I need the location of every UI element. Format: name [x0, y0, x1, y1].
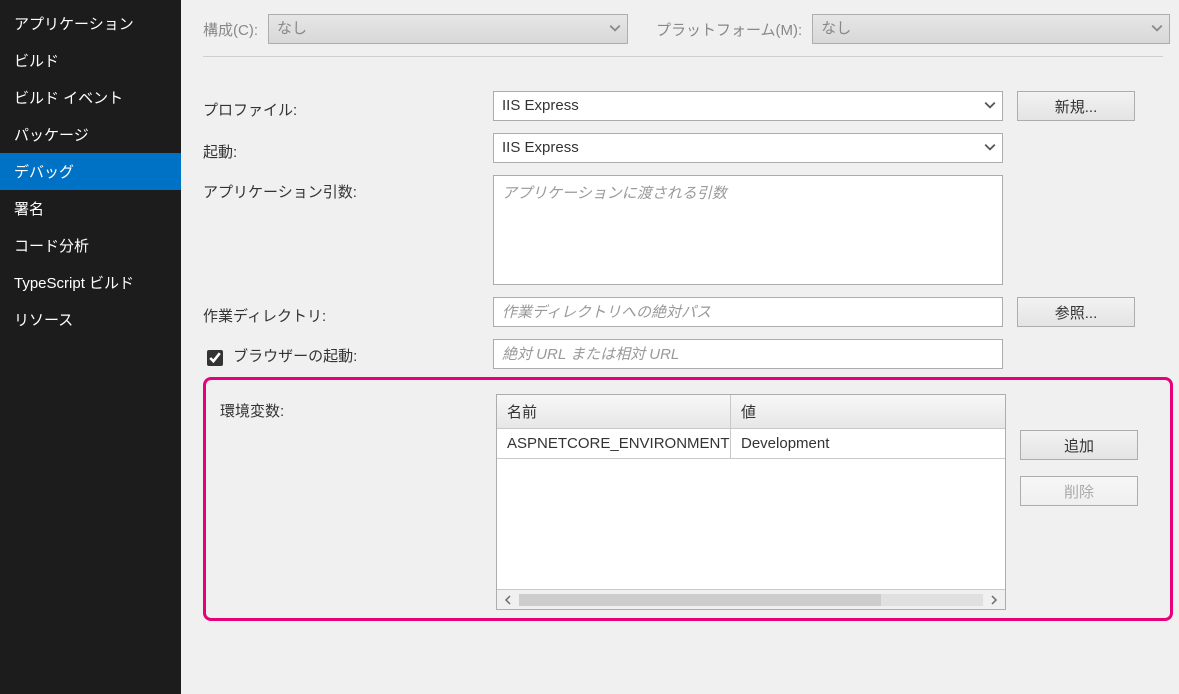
config-row: 構成(C): なし プラットフォーム(M): なし	[203, 14, 1179, 44]
sidebar-item-signing[interactable]: 署名	[0, 190, 181, 227]
sidebar-item-label: パッケージ	[14, 127, 89, 144]
platform-value: なし	[821, 20, 851, 37]
app-args-input[interactable]	[493, 175, 1003, 285]
profile-dropdown[interactable]: IIS Express	[493, 91, 1003, 121]
sidebar-item-label: ビルド	[14, 53, 59, 70]
configuration-dropdown: なし	[268, 14, 628, 44]
sidebar-item-typescript-build[interactable]: TypeScript ビルド	[0, 264, 181, 301]
env-grid-body: ASPNETCORE_ENVIRONMENT Development	[497, 429, 1005, 589]
sidebar-item-application[interactable]: アプリケーション	[0, 5, 181, 42]
sidebar-item-code-analysis[interactable]: コード分析	[0, 227, 181, 264]
sidebar-item-package[interactable]: パッケージ	[0, 116, 181, 153]
chevron-down-icon	[1151, 22, 1163, 34]
profile-value: IIS Express	[502, 97, 579, 114]
env-header-name[interactable]: 名前	[497, 395, 731, 428]
configuration-label: 構成(C):	[203, 19, 258, 40]
env-vars-grid[interactable]: 名前 値 ASPNETCORE_ENVIRONMENT Development	[496, 394, 1006, 610]
table-row[interactable]: ASPNETCORE_ENVIRONMENT Development	[497, 429, 1005, 459]
scroll-left-arrow-icon[interactable]	[501, 593, 515, 607]
env-row-value[interactable]: Development	[731, 429, 1005, 458]
main-panel: 構成(C): なし プラットフォーム(M): なし プロファイル: IIS Ex…	[181, 0, 1179, 694]
launch-label: 起動:	[203, 135, 493, 162]
add-env-button[interactable]: 追加	[1020, 430, 1138, 460]
workdir-input[interactable]	[493, 297, 1003, 327]
sidebar-item-build[interactable]: ビルド	[0, 42, 181, 79]
launch-dropdown[interactable]: IIS Express	[493, 133, 1003, 163]
browse-button[interactable]: 参照...	[1017, 297, 1135, 327]
app-args-row: アプリケーション引数:	[203, 175, 1179, 285]
launch-browser-label: ブラウザーの起動:	[233, 348, 357, 365]
launch-browser-url-input[interactable]	[493, 339, 1003, 369]
launch-browser-label-wrap: ブラウザーの起動:	[203, 339, 493, 368]
sidebar: アプリケーション ビルド ビルド イベント パッケージ デバッグ 署名 コード分…	[0, 0, 181, 694]
chevron-down-icon	[609, 22, 621, 34]
sidebar-item-label: TypeScript ビルド	[14, 275, 134, 292]
new-profile-button[interactable]: 新規...	[1017, 91, 1135, 121]
chevron-down-icon	[984, 99, 996, 111]
launch-browser-row: ブラウザーの起動:	[203, 339, 1179, 369]
sidebar-item-label: アプリケーション	[14, 16, 134, 33]
scroll-track[interactable]	[519, 594, 983, 606]
env-header-value[interactable]: 値	[731, 395, 1005, 428]
scroll-thumb[interactable]	[519, 594, 881, 606]
sidebar-item-debug[interactable]: デバッグ	[0, 153, 181, 190]
workdir-row: 作業ディレクトリ: 参照...	[203, 297, 1179, 327]
sidebar-item-label: デバッグ	[14, 164, 74, 181]
env-vars-row: 環境変数: 名前 値 ASPNETCORE_ENVIRONMENT Develo…	[220, 394, 1164, 610]
app-args-label: アプリケーション引数:	[203, 175, 493, 202]
sidebar-item-label: リソース	[14, 312, 73, 329]
profile-label: プロファイル:	[203, 93, 493, 120]
env-vars-label: 環境変数:	[220, 394, 496, 421]
horizontal-scrollbar[interactable]	[497, 589, 1005, 609]
sidebar-item-build-events[interactable]: ビルド イベント	[0, 79, 181, 116]
env-row-name[interactable]: ASPNETCORE_ENVIRONMENT	[497, 429, 731, 458]
sidebar-item-resources[interactable]: リソース	[0, 301, 181, 338]
platform-label: プラットフォーム(M):	[656, 19, 802, 40]
sidebar-item-label: 署名	[14, 201, 44, 218]
sidebar-item-label: ビルド イベント	[14, 90, 123, 107]
launch-value: IIS Express	[502, 139, 579, 156]
launch-browser-checkbox[interactable]	[207, 350, 223, 366]
sidebar-item-label: コード分析	[14, 238, 89, 255]
env-vars-highlight: 環境変数: 名前 値 ASPNETCORE_ENVIRONMENT Develo…	[203, 377, 1173, 621]
remove-env-button[interactable]: 削除	[1020, 476, 1138, 506]
configuration-value: なし	[277, 20, 307, 37]
workdir-label: 作業ディレクトリ:	[203, 299, 493, 326]
platform-dropdown: なし	[812, 14, 1170, 44]
chevron-down-icon	[984, 141, 996, 153]
separator	[203, 56, 1163, 57]
env-grid-header: 名前 値	[497, 395, 1005, 429]
profile-row: プロファイル: IIS Express 新規...	[203, 91, 1179, 121]
scroll-right-arrow-icon[interactable]	[987, 593, 1001, 607]
launch-row: 起動: IIS Express	[203, 133, 1179, 163]
